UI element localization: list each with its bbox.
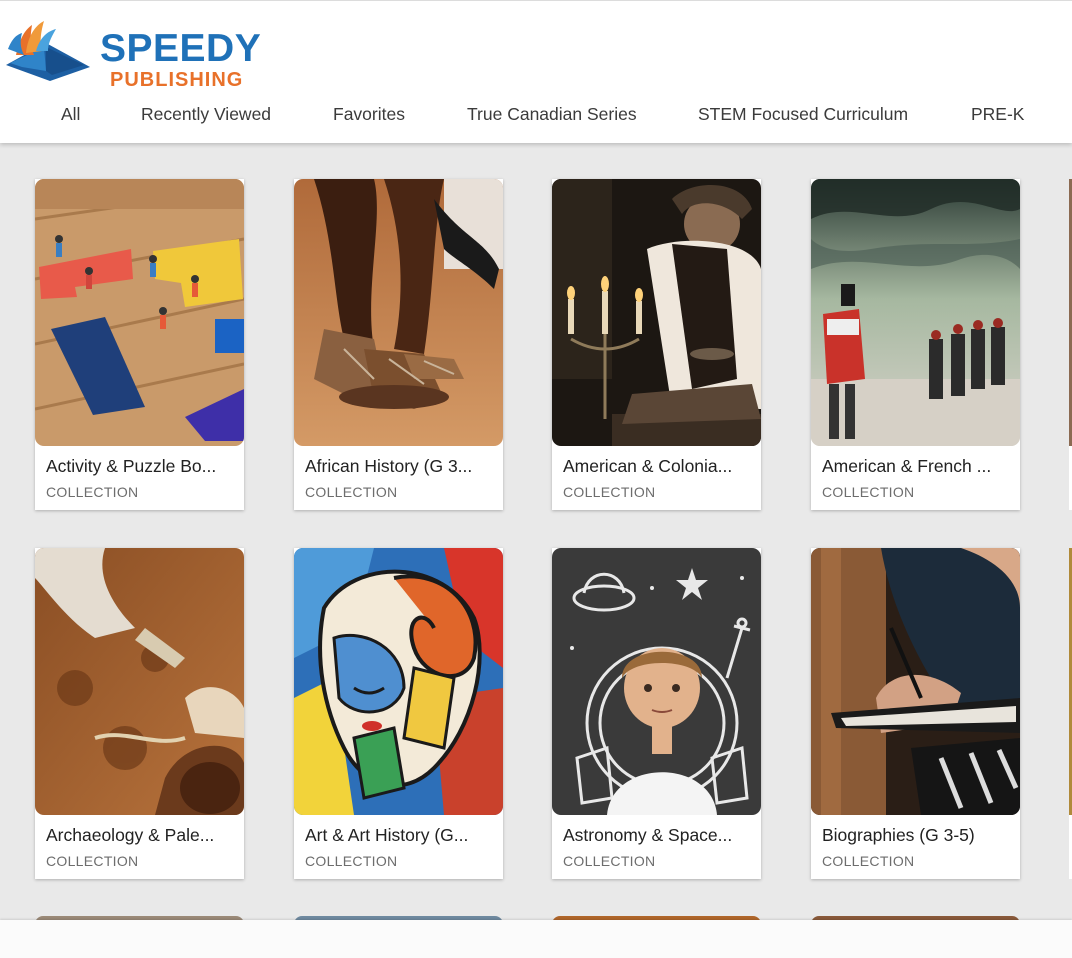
collection-card[interactable]: Archaeology & Pale... COLLECTION [35,548,244,879]
tab-recently-viewed[interactable]: Recently Viewed [141,103,271,125]
collection-type: COLLECTION [305,853,398,869]
collection-card[interactable]: American & French ... COLLECTION [811,179,1020,510]
tab-favorites[interactable]: Favorites [333,103,405,125]
bottom-bar [0,920,1072,958]
collection-type: COLLECTION [822,484,915,500]
collection-type: COLLECTION [46,484,139,500]
collection-thumbnail [811,179,1020,446]
brand-name: SPEEDY [100,27,262,70]
collection-grid: Activity & Puzzle Bo... COLLECTION Afric… [0,0,1072,958]
tab-all[interactable]: All [61,103,80,125]
collection-card[interactable]: Astronomy & Space... COLLECTION [552,548,761,879]
collection-thumbnail [35,548,244,815]
collection-title: Archaeology & Pale... [46,825,215,845]
collection-thumbnail [294,548,503,815]
collection-thumbnail [294,179,503,446]
collection-card[interactable]: Biographies (G 3-5) COLLECTION [811,548,1020,879]
collection-thumbnail [35,179,244,446]
tab-pre-k[interactable]: PRE-K [971,103,1024,125]
site-header: SPEEDY PUBLISHING All Recently Viewed Fa… [0,0,1072,143]
brand-logo[interactable]: SPEEDY PUBLISHING [2,15,272,90]
brand-tagline: PUBLISHING [110,69,244,91]
collection-title: American & Colonia... [563,456,733,476]
book-logo-icon [6,21,90,81]
collection-card[interactable]: Activity & Puzzle Bo... COLLECTION [35,179,244,510]
collection-title: Activity & Puzzle Bo... [46,456,217,476]
collection-title: American & French ... [822,456,992,476]
collection-title: Art & Art History (G... [305,825,469,845]
collection-type: COLLECTION [563,853,656,869]
collection-type: COLLECTION [563,484,656,500]
collection-thumbnail [552,179,761,446]
collection-type: COLLECTION [305,484,398,500]
collection-title: African History (G 3... [305,456,473,476]
collection-card[interactable]: African History (G 3... COLLECTION [294,179,503,510]
collection-card[interactable]: Art & Art History (G... COLLECTION [294,548,503,879]
collection-type: COLLECTION [46,853,139,869]
collection-title: Astronomy & Space... [563,825,733,845]
collection-card[interactable]: American & Colonia... COLLECTION [552,179,761,510]
collection-thumbnail [552,548,761,815]
tab-true-canadian-series[interactable]: True Canadian Series [467,103,637,125]
tab-stem-focused-curriculum[interactable]: STEM Focused Curriculum [698,103,908,125]
collection-type: COLLECTION [822,853,915,869]
category-nav: All Recently Viewed Favorites True Canad… [0,103,1072,127]
collection-thumbnail [811,548,1020,815]
collection-title: Biographies (G 3-5) [822,825,975,845]
